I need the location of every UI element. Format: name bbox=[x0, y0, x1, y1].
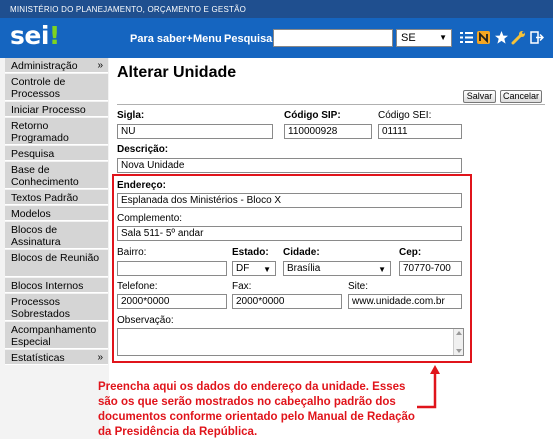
ministry-bar: MINISTÉRIO DO PLANEJAMENTO, ORÇAMENTO E … bbox=[0, 0, 553, 18]
chevron-right-icon: » bbox=[97, 352, 103, 363]
page-title: Alterar Unidade bbox=[117, 64, 237, 81]
cancel-button[interactable]: Cancelar bbox=[500, 90, 542, 103]
telefone-input[interactable]: 2000*0000 bbox=[117, 294, 227, 309]
cep-label: Cep: bbox=[399, 247, 422, 258]
unit-select[interactable]: SE ▼ bbox=[396, 29, 452, 47]
app-header: sei! Para saber+ Menu Pesquisa SE ▼ bbox=[0, 18, 553, 58]
sidebar-item-base-conhecimento[interactable]: Base de Conhecimento bbox=[5, 162, 108, 189]
exit-icon[interactable] bbox=[529, 30, 544, 45]
logo-text: sei bbox=[10, 21, 49, 50]
wrench-icon[interactable] bbox=[511, 30, 526, 45]
chevron-down-icon: ▼ bbox=[263, 265, 271, 274]
sigla-input[interactable]: NU bbox=[117, 124, 273, 139]
pesquisa-link[interactable]: Pesquisa bbox=[224, 33, 272, 45]
site-label: Site: bbox=[348, 281, 369, 292]
cidade-select-value: Brasília bbox=[287, 263, 321, 274]
sidebar-item-estatisticas[interactable]: Estatísticas» bbox=[5, 350, 108, 365]
endereco-input[interactable]: Esplanada dos Ministérios - Bloco X bbox=[117, 193, 462, 208]
complemento-input[interactable]: Sala 511- 5º andar bbox=[117, 226, 462, 241]
complemento-label: Complemento: bbox=[117, 213, 183, 224]
descricao-label: Descrição: bbox=[117, 144, 169, 155]
annotation-note: Preencha aqui os dados do endereço da un… bbox=[98, 381, 415, 438]
sigla-label: Sigla: bbox=[117, 110, 145, 121]
cidade-label: Cidade: bbox=[283, 247, 320, 258]
observacao-textarea[interactable] bbox=[117, 328, 464, 356]
sidebar-item-modelos[interactable]: Modelos bbox=[5, 206, 108, 221]
sidebar-item-pesquisa[interactable]: Pesquisa bbox=[5, 146, 108, 161]
sidebar-item-blocos-assinatura[interactable]: Blocos de Assinatura bbox=[5, 222, 108, 249]
site-input[interactable]: www.unidade.com.br bbox=[348, 294, 462, 309]
codigo-sip-label: Código SIP: bbox=[284, 110, 341, 121]
codigo-sei-label: Código SEI: bbox=[378, 110, 432, 121]
sei-logo[interactable]: sei! bbox=[10, 21, 60, 50]
estado-select-value: DF bbox=[236, 263, 250, 274]
sidebar-item-administracao[interactable]: Administração» bbox=[5, 58, 108, 73]
endereco-label: Endereço: bbox=[117, 180, 166, 191]
chevron-right-icon: » bbox=[97, 60, 103, 71]
logo-mark: ! bbox=[48, 21, 60, 50]
ministry-name: MINISTÉRIO DO PLANEJAMENTO, ORÇAMENTO E … bbox=[10, 5, 247, 14]
observacao-label: Observação: bbox=[117, 315, 174, 326]
textarea-scrollbar[interactable] bbox=[453, 329, 463, 355]
sidebar-item-blocos-reuniao[interactable]: Blocos de Reunião bbox=[5, 250, 108, 277]
sidebar-item-blocos-internos[interactable]: Blocos Internos bbox=[5, 278, 108, 293]
bairro-input[interactable] bbox=[117, 261, 227, 276]
cep-input[interactable]: 70770-700 bbox=[399, 261, 462, 276]
descricao-input[interactable]: Nova Unidade bbox=[117, 158, 462, 173]
estado-select[interactable]: DF ▼ bbox=[232, 261, 276, 276]
sidebar-item-acompanhamento-especial[interactable]: Acompanhamento Especial bbox=[5, 322, 108, 349]
sidebar-item-retorno-programado[interactable]: Retorno Programado bbox=[5, 118, 108, 145]
fax-input[interactable]: 2000*0000 bbox=[232, 294, 342, 309]
search-input[interactable] bbox=[273, 29, 393, 47]
notes-icon[interactable] bbox=[476, 30, 491, 45]
sidebar-item-textos-padrao[interactable]: Textos Padrão bbox=[5, 190, 108, 205]
cidade-select[interactable]: Brasília ▼ bbox=[283, 261, 391, 276]
estado-label: Estado: bbox=[232, 247, 269, 258]
telefone-label: Telefone: bbox=[117, 281, 158, 292]
sidebar-item-controle-processos[interactable]: Controle de Processos bbox=[5, 74, 108, 101]
chevron-down-icon: ▼ bbox=[439, 33, 447, 42]
para-saber-link[interactable]: Para saber+ bbox=[130, 33, 193, 45]
star-icon[interactable] bbox=[494, 30, 509, 45]
bairro-label: Bairro: bbox=[117, 247, 147, 258]
fax-label: Fax: bbox=[232, 281, 252, 292]
sidebar-item-iniciar-processo[interactable]: Iniciar Processo bbox=[5, 102, 108, 117]
list-icon[interactable] bbox=[459, 30, 474, 45]
sidebar-menu: Administração» Controle de Processos Ini… bbox=[0, 58, 109, 439]
sidebar-item-processos-sobrestados[interactable]: Processos Sobrestados bbox=[5, 294, 108, 321]
divider bbox=[117, 104, 545, 105]
unit-select-value: SE bbox=[401, 32, 416, 44]
codigo-sip-input[interactable]: 110000928 bbox=[284, 124, 372, 139]
save-button[interactable]: Salvar bbox=[463, 90, 496, 103]
codigo-sei-input[interactable]: 01111 bbox=[378, 124, 462, 139]
chevron-down-icon: ▼ bbox=[378, 265, 386, 274]
menu-link[interactable]: Menu bbox=[193, 33, 222, 45]
